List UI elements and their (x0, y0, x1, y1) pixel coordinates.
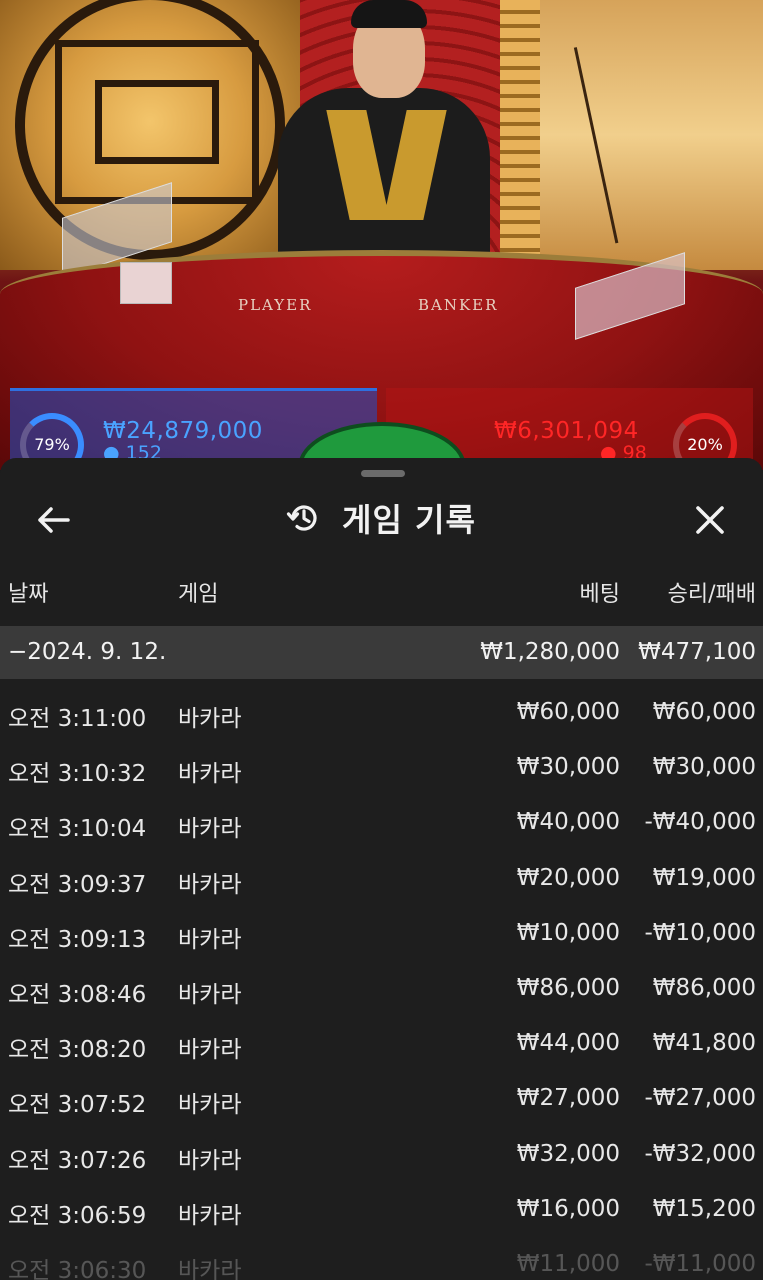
arrow-left-icon (38, 507, 70, 533)
row-game: 바카라 (178, 816, 242, 843)
table-row[interactable]: 오전 3:06:30 바카라 ₩11,000 -₩11,000 (0, 1231, 763, 1280)
row-time: 오전 3:07:52 (8, 1092, 147, 1119)
table-label-player: PLAYER (238, 296, 313, 314)
row-result: ₩30,000 (652, 754, 756, 781)
table-row[interactable]: 오전 3:09:37 바카라 ₩20,000 ₩19,000 (0, 845, 763, 900)
row-result: -₩32,000 (644, 1140, 756, 1167)
banker-total-amount: ₩6,301,094 (494, 418, 639, 444)
close-button[interactable] (688, 498, 732, 542)
table-row[interactable]: 오전 3:10:32 바카라 ₩30,000 ₩30,000 (0, 734, 763, 789)
row-time: 오전 3:07:26 (8, 1147, 147, 1174)
row-result: ₩19,000 (652, 864, 756, 891)
row-bet: ₩32,000 (516, 1140, 620, 1167)
row-game: 바카라 (178, 871, 242, 898)
table-row[interactable]: 오전 3:10:04 바카라 ₩40,000 -₩40,000 (0, 789, 763, 844)
row-bet: ₩40,000 (516, 809, 620, 836)
table-row[interactable]: 오전 3:11:00 바카라 ₩60,000 ₩60,000 (0, 679, 763, 734)
card-stack (120, 262, 172, 304)
row-game: 바카라 (178, 761, 242, 788)
table-row[interactable]: 오전 3:07:26 바카라 ₩32,000 -₩32,000 (0, 1121, 763, 1176)
table-row[interactable]: 오전 3:08:20 바카라 ₩44,000 ₩41,800 (0, 1010, 763, 1065)
sheet-header: 게임 기록 (0, 484, 763, 552)
row-bet: ₩10,000 (516, 919, 620, 946)
live-dealer-video: PLAYER BANKER 79% ₩24,879,000 ● 152 ₩6,3… (0, 0, 763, 470)
column-bet[interactable]: 베팅 (580, 576, 620, 608)
row-time: 오전 3:08:20 (8, 1037, 147, 1064)
table-row[interactable]: 오전 3:09:13 바카라 ₩10,000 -₩10,000 (0, 900, 763, 955)
row-game: 바카라 (178, 1202, 242, 1229)
dealer-hair (351, 0, 427, 28)
sheet-title-text: 게임 기록 (342, 501, 476, 539)
history-icon (286, 505, 317, 531)
row-time: 오전 3:06:30 (8, 1257, 147, 1280)
row-time: 오전 3:06:59 (8, 1202, 147, 1229)
wall-panel-right (540, 0, 763, 270)
row-bet: ₩11,000 (516, 1250, 620, 1277)
row-time: 오전 3:09:13 (8, 926, 147, 953)
column-win-loss[interactable]: 승리/패배 (668, 576, 756, 608)
row-bet: ₩86,000 (516, 974, 620, 1001)
row-time: 오전 3:11:00 (8, 706, 147, 732)
column-date[interactable]: 날짜 (8, 576, 48, 608)
row-result: ₩86,000 (652, 974, 756, 1001)
date-group-row[interactable]: −2024. 9. 12. ₩1,280,000 ₩477,100 (0, 626, 763, 679)
row-result: -₩27,000 (644, 1085, 756, 1112)
row-game: 바카라 (178, 1037, 242, 1064)
group-win-total: ₩477,100 (638, 639, 756, 665)
row-time: 오전 3:10:32 (8, 761, 147, 788)
row-result: ₩60,000 (652, 699, 756, 725)
sheet-drag-handle[interactable] (361, 470, 405, 477)
painted-branch (573, 16, 763, 244)
row-bet: ₩27,000 (516, 1085, 620, 1112)
app-screen: PLAYER BANKER 79% ₩24,879,000 ● 152 ₩6,3… (0, 0, 763, 1280)
row-time: 오전 3:08:46 (8, 981, 147, 1008)
row-game: 바카라 (178, 926, 242, 953)
row-game: 바카라 (178, 1092, 242, 1119)
row-bet: ₩20,000 (516, 864, 620, 891)
column-game[interactable]: 게임 (178, 576, 218, 608)
row-result: -₩11,000 (644, 1250, 756, 1277)
row-result: -₩10,000 (644, 919, 756, 946)
gold-pillar (500, 0, 540, 270)
row-result: ₩15,200 (652, 1195, 756, 1222)
player-total-amount: ₩24,879,000 (103, 418, 263, 444)
row-bet: ₩44,000 (516, 1030, 620, 1057)
row-game: 바카라 (178, 1147, 242, 1174)
sheet-title: 게임 기록 (286, 496, 476, 540)
row-bet: ₩30,000 (516, 754, 620, 781)
table-row[interactable]: 오전 3:08:46 바카라 ₩86,000 ₩86,000 (0, 955, 763, 1010)
table-header: 날짜 게임 베팅 승리/패배 (0, 576, 763, 620)
game-history-sheet: 게임 기록 날짜 게임 베팅 승리/패배 −2024. 9. 12. ₩1,28… (0, 458, 763, 1280)
table-label-banker: BANKER (418, 296, 499, 314)
table-row[interactable]: 오전 3:07:52 바카라 ₩27,000 -₩27,000 (0, 1065, 763, 1120)
row-game: 바카라 (178, 981, 242, 1008)
row-bet: ₩60,000 (516, 699, 620, 725)
row-time: 오전 3:09:37 (8, 871, 147, 898)
row-bet: ₩16,000 (516, 1195, 620, 1222)
row-game: 바카라 (178, 706, 242, 732)
close-icon (696, 506, 724, 534)
row-game: 바카라 (178, 1257, 242, 1280)
row-result: -₩40,000 (644, 809, 756, 836)
group-date: −2024. 9. 12. (8, 639, 167, 665)
back-button[interactable] (32, 498, 76, 542)
row-result: ₩41,800 (652, 1030, 756, 1057)
history-list: 오전 3:11:00 바카라 ₩60,000 ₩60,000 오전 3:10:32 바카라… (0, 679, 763, 1280)
row-time: 오전 3:10:04 (8, 816, 147, 843)
table-row[interactable]: 오전 3:06:59 바카라 ₩16,000 ₩15,200 (0, 1176, 763, 1231)
group-bet-total: ₩1,280,000 (480, 639, 620, 665)
